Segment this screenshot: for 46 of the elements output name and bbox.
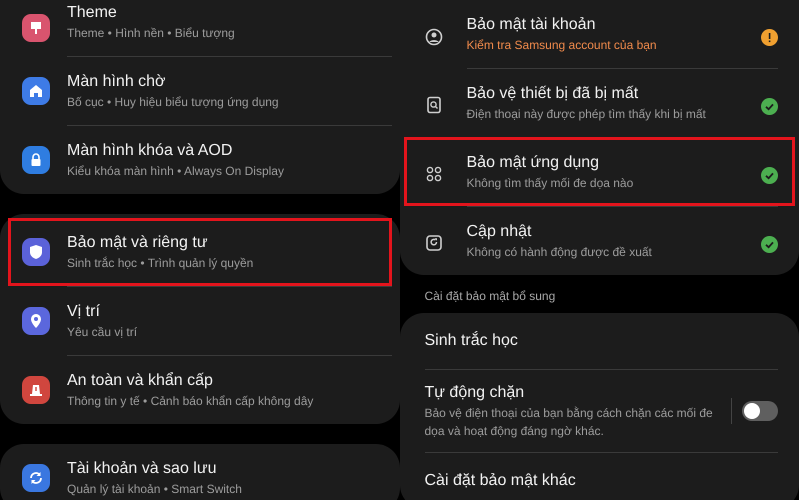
lock-icon (22, 146, 50, 174)
item-subtitle: Quản lý tài khoản • Smart Switch (67, 481, 243, 498)
item-subtitle: Yêu cầu vị trí (67, 324, 138, 341)
item-title: Cập nhật (466, 222, 532, 242)
item-title: Theme (67, 3, 118, 23)
item-subtitle: Kiểm tra Samsung account của bạn (466, 37, 658, 54)
item-title: Bảo mật và riêng tư (67, 233, 209, 253)
item-title: Cài đặt bảo mật khác (424, 471, 577, 491)
phone-search-icon (424, 94, 442, 112)
settings-item[interactable]: Sinh trắc học (424, 313, 778, 369)
settings-item[interactable]: Theme Theme • Hình nền • Biểu tượng (8, 0, 392, 56)
item-subtitle: Điện thoại này được phép tìm thấy khi bị mất (466, 106, 707, 123)
item-title: An toàn và khẩn cấp (67, 371, 214, 391)
item-title: Bảo vệ thiết bị đã bị mất (466, 84, 640, 104)
item-subtitle: Không tìm thấy mối đe dọa nào (466, 175, 634, 192)
item-subtitle: Thông tin y tế • Cảnh báo khẩn cấp không dây (67, 393, 314, 410)
item-title: Tài khoản và sao lưu (67, 459, 218, 479)
home-icon (22, 76, 50, 104)
item-title: Tự động chặn (424, 383, 526, 403)
item-title: Vị trí (67, 302, 101, 322)
item-title: Bảo mật ứng dụng (466, 153, 600, 173)
section-heading: Cài đặt bảo mật bổ sung (424, 288, 556, 305)
shield-icon (22, 238, 50, 266)
settings-item[interactable]: Màn hình khóa và AOD Kiểu khóa màn hình • Always On Display (8, 125, 392, 194)
sync-icon (22, 464, 50, 492)
toggle-switch[interactable] (742, 401, 778, 421)
settings-item[interactable]: Bảo mật và riêng tư Sinh trắc học • Trình quản lý quyền (8, 218, 392, 286)
settings-item[interactable]: Vị trí Yêu cầu vị trí (8, 286, 392, 355)
emergency-light-icon (22, 376, 50, 404)
settings-item[interactable]: An toàn và khẩn cấp Thông tin y tế • Cảnh báo khẩn cấp không dây (8, 355, 392, 424)
item-title: Sinh trắc học (424, 330, 519, 351)
item-subtitle: Theme • Hình nền • Biểu tượng (67, 25, 236, 42)
item-subtitle: Bố cục • Huy hiệu biểu tượng ứng dụng (67, 94, 280, 111)
settings-item[interactable]: Màn hình chờ Bố cục • Huy hiệu biểu tượng ứng dụng (8, 56, 392, 125)
item-subtitle: Kiểu khóa màn hình • Always On Display (67, 163, 285, 180)
location-pin-icon (22, 306, 50, 334)
item-subtitle: Không có hành động được đề xuất (466, 244, 653, 261)
settings-item[interactable]: Tài khoản và sao lưu Quản lý tài khoản • Smart Switch (8, 444, 392, 500)
settings-item[interactable]: Cài đặt bảo mật khác (424, 452, 778, 500)
brush-icon (22, 14, 50, 42)
item-title: Bảo mật tài khoản (466, 15, 596, 35)
item-title: Màn hình chờ (67, 72, 167, 92)
item-subtitle: Sinh trắc học • Trình quản lý quyền (67, 255, 254, 272)
item-subtitle: Bảo vệ điện thoại của bạn bằng cách chặn các mối đe dọa và hoạt động đáng ngờ khác. (424, 405, 713, 440)
item-title: Màn hình khóa và AOD (67, 141, 234, 161)
settings-item[interactable]: Tự động chặn Bảo vệ điện thoại của bạn bằng cách chặn các mối đe dọa và hoạt động đáng ngờ khác. (424, 369, 778, 452)
